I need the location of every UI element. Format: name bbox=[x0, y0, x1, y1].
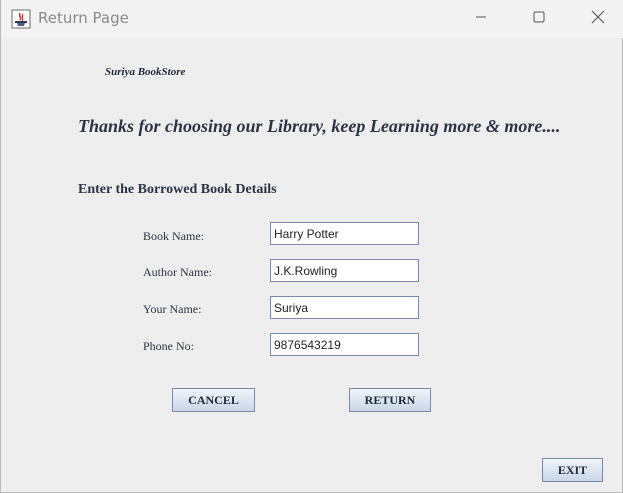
maximize-button[interactable] bbox=[516, 0, 562, 38]
your-name-label: Your Name: bbox=[143, 302, 202, 316]
book-name-label: Book Name: bbox=[143, 229, 204, 243]
minimize-button[interactable] bbox=[458, 0, 504, 38]
store-name: Suriya BookStore bbox=[105, 66, 186, 78]
cancel-button[interactable]: CANCEL bbox=[172, 388, 255, 412]
maximize-icon bbox=[533, 10, 545, 28]
window-title: Return Page bbox=[38, 9, 129, 27]
exit-button[interactable]: EXIT bbox=[542, 458, 603, 482]
tagline: Thanks for choosing our Library, keep Le… bbox=[78, 116, 561, 136]
return-page-window: Return Page Suriya BookStore Thanks for … bbox=[0, 0, 623, 493]
title-bar[interactable]: Return Page bbox=[1, 0, 623, 38]
phone-no-label: Phone No: bbox=[143, 339, 194, 353]
author-name-label: Author Name: bbox=[143, 265, 212, 279]
book-name-input[interactable] bbox=[270, 222, 419, 245]
minimize-icon bbox=[475, 10, 487, 28]
your-name-input[interactable] bbox=[270, 296, 419, 319]
java-cup-icon bbox=[11, 9, 31, 29]
close-button[interactable] bbox=[575, 0, 621, 38]
form-heading: Enter the Borrowed Book Details bbox=[78, 182, 277, 197]
close-icon bbox=[591, 10, 605, 29]
return-button[interactable]: RETURN bbox=[349, 388, 431, 412]
author-name-input[interactable] bbox=[270, 259, 419, 282]
phone-no-input[interactable] bbox=[270, 333, 419, 356]
